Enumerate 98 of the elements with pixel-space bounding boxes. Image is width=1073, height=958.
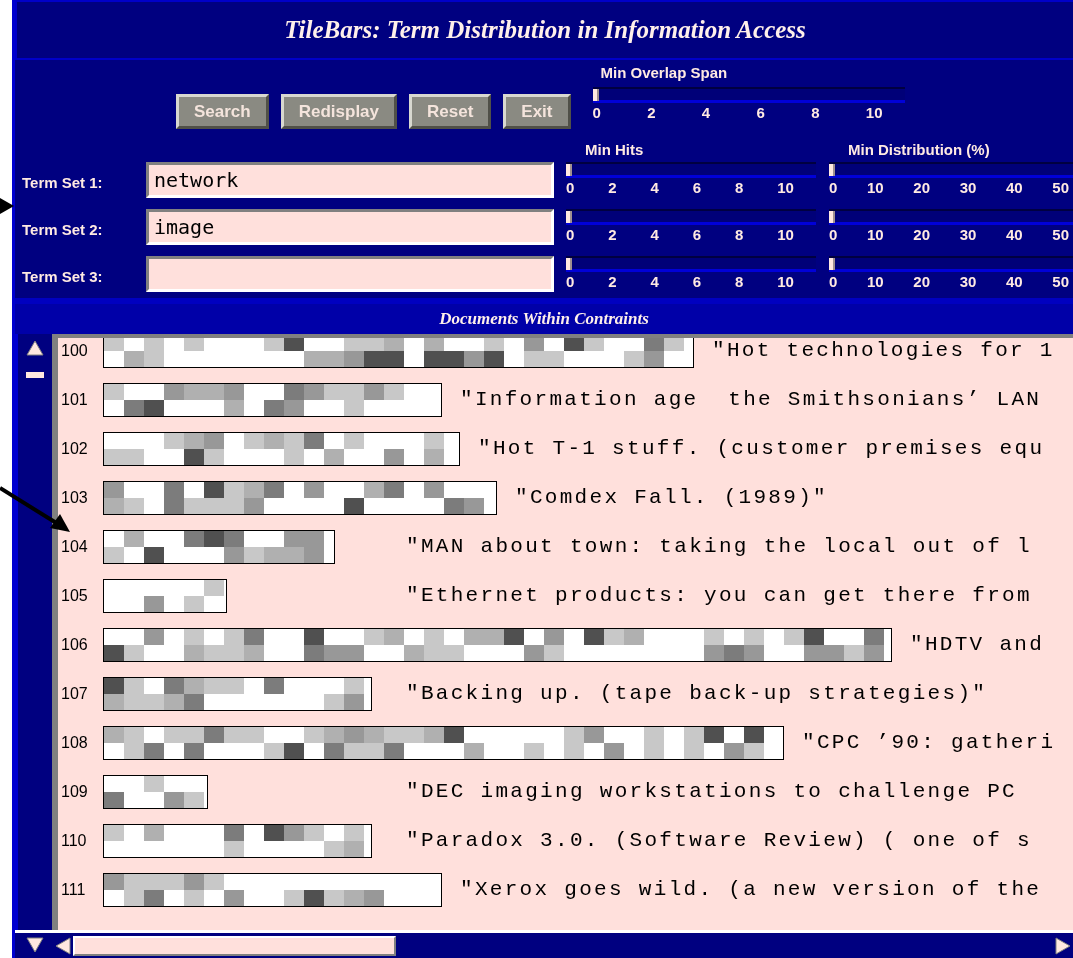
document-title[interactable]: "Information age the Smithsonians’ LAN bbox=[460, 388, 1042, 411]
slider-track[interactable] bbox=[829, 209, 1073, 225]
tick-label: 20 bbox=[913, 179, 930, 197]
document-title[interactable]: "Backing up. (tape back-up strategies)" bbox=[406, 682, 988, 705]
tick-label: 0 bbox=[592, 104, 601, 121]
slider-track[interactable] bbox=[592, 87, 905, 103]
annotation-arrow bbox=[0, 196, 16, 216]
document-title[interactable]: "Comdex Fall. (1989)" bbox=[515, 486, 828, 509]
slider-thumb[interactable] bbox=[566, 257, 572, 270]
horizontal-scrollbar[interactable] bbox=[15, 930, 1073, 958]
tick-label: 8 bbox=[811, 104, 820, 121]
column-label: Min Distribution (%) bbox=[848, 141, 991, 159]
tick-label: 50 bbox=[1052, 272, 1069, 290]
tick-label: 8 bbox=[735, 179, 744, 197]
term-input-field[interactable]: network bbox=[146, 162, 554, 199]
document-title[interactable]: "Ethernet products: you can get there from bbox=[406, 584, 1032, 607]
document-title[interactable]: "CPC ’90: gatheri bbox=[802, 731, 1056, 754]
tick-label: 30 bbox=[959, 272, 977, 290]
slider-label: Min Overlap Span bbox=[600, 64, 729, 81]
term-set-label: Term Set 2: bbox=[22, 221, 104, 238]
tick-label: 6 bbox=[692, 272, 702, 290]
row-number: 101 bbox=[61, 390, 89, 409]
tick-label: 2 bbox=[647, 104, 656, 121]
document-title[interactable]: "DEC imaging workstations to challenge PC bbox=[406, 780, 1017, 803]
tick-label: 40 bbox=[1005, 272, 1023, 290]
tick-label: 20 bbox=[913, 272, 930, 290]
tick-label: 30 bbox=[959, 179, 977, 197]
scroll-thumb-icon[interactable] bbox=[26, 372, 44, 378]
tick-label: 30 bbox=[959, 226, 977, 243]
row-number: 109 bbox=[61, 782, 89, 801]
term-set-label: Term Set 1: bbox=[22, 174, 104, 192]
slider-thumb[interactable] bbox=[829, 164, 835, 177]
tick-label: 10 bbox=[867, 179, 884, 197]
tick-label: 10 bbox=[865, 104, 883, 121]
row-number: 104 bbox=[61, 537, 89, 556]
tick-label: 10 bbox=[867, 226, 884, 243]
tick-label: 6 bbox=[692, 179, 702, 197]
document-title[interactable]: "Paradox 3.0. (Software Review) ( one of s bbox=[406, 829, 1032, 852]
document-title[interactable]: "HDTV and bbox=[910, 633, 1045, 656]
window-title: TileBars: Term Distribution in Information Access bbox=[284, 16, 806, 44]
term-set-label: Term Set 3: bbox=[22, 267, 104, 285]
tick-label: 6 bbox=[692, 226, 702, 243]
tick-label: 40 bbox=[1005, 179, 1023, 197]
tick-label: 4 bbox=[650, 272, 659, 290]
row-number: 108 bbox=[61, 733, 89, 752]
tick-label: 4 bbox=[650, 179, 659, 197]
row-number: 107 bbox=[61, 684, 89, 703]
tick-label: 2 bbox=[608, 226, 617, 243]
column-label: Min Hits bbox=[585, 141, 645, 159]
tick-label: 4 bbox=[701, 104, 711, 121]
slider-thumb[interactable] bbox=[592, 89, 599, 101]
slider-thumb[interactable] bbox=[829, 211, 835, 223]
tick-label: 10 bbox=[777, 272, 794, 290]
slider-track[interactable] bbox=[829, 162, 1073, 179]
tick-label: 8 bbox=[735, 226, 744, 243]
tick-label: 40 bbox=[1005, 226, 1023, 243]
row-number: 111 bbox=[61, 880, 87, 899]
term-input-field[interactable] bbox=[146, 255, 554, 292]
slider-thumb[interactable] bbox=[829, 257, 835, 270]
tick-label: 50 bbox=[1052, 226, 1069, 243]
slider-track[interactable] bbox=[566, 209, 816, 225]
tick-label: 4 bbox=[650, 226, 659, 243]
tick-label: 0 bbox=[566, 179, 575, 197]
slider-track[interactable] bbox=[566, 162, 816, 179]
tick-label: 2 bbox=[608, 272, 617, 290]
section-title: Documents Within Contraints bbox=[439, 309, 649, 329]
slider-thumb[interactable] bbox=[566, 211, 572, 223]
scroll-right-icon[interactable] bbox=[1055, 936, 1073, 955]
row-number: 102 bbox=[61, 439, 89, 458]
row-number: 106 bbox=[61, 635, 89, 654]
tick-label: 10 bbox=[867, 272, 884, 290]
row-number: 110 bbox=[61, 831, 88, 850]
document-title[interactable]: "Hot technologies for 1 bbox=[712, 339, 1055, 362]
scroll-down-icon[interactable] bbox=[26, 936, 44, 955]
tick-label: 0 bbox=[829, 179, 838, 197]
scroll-thumb[interactable] bbox=[73, 935, 396, 956]
document-title[interactable]: "Xerox goes wild. (a new version of the bbox=[460, 878, 1042, 901]
tick-label: 10 bbox=[777, 179, 794, 197]
document-title[interactable]: "Hot T-1 stuff. (customer premises equ bbox=[478, 437, 1045, 460]
tick-label: 0 bbox=[566, 272, 575, 290]
row-number: 100 bbox=[61, 341, 89, 360]
term-input-field[interactable]: image bbox=[146, 209, 554, 245]
tick-label: 20 bbox=[913, 226, 930, 243]
tick-label: 50 bbox=[1052, 179, 1069, 197]
row-number: 105 bbox=[61, 586, 89, 605]
tick-label: 0 bbox=[829, 226, 838, 243]
tick-label: 2 bbox=[608, 179, 617, 197]
tick-label: 10 bbox=[777, 226, 794, 243]
slider-track[interactable] bbox=[829, 255, 1073, 272]
slider-track[interactable] bbox=[566, 255, 816, 272]
tick-label: 0 bbox=[829, 272, 838, 290]
tick-label: 8 bbox=[735, 272, 744, 290]
scroll-up-icon[interactable] bbox=[26, 340, 44, 358]
slider-thumb[interactable] bbox=[566, 164, 572, 177]
tick-label: 0 bbox=[566, 226, 575, 243]
row-number: 103 bbox=[61, 488, 89, 507]
document-title[interactable]: "MAN about town: taking the local out of l bbox=[406, 535, 1032, 558]
tick-label: 6 bbox=[756, 104, 765, 121]
